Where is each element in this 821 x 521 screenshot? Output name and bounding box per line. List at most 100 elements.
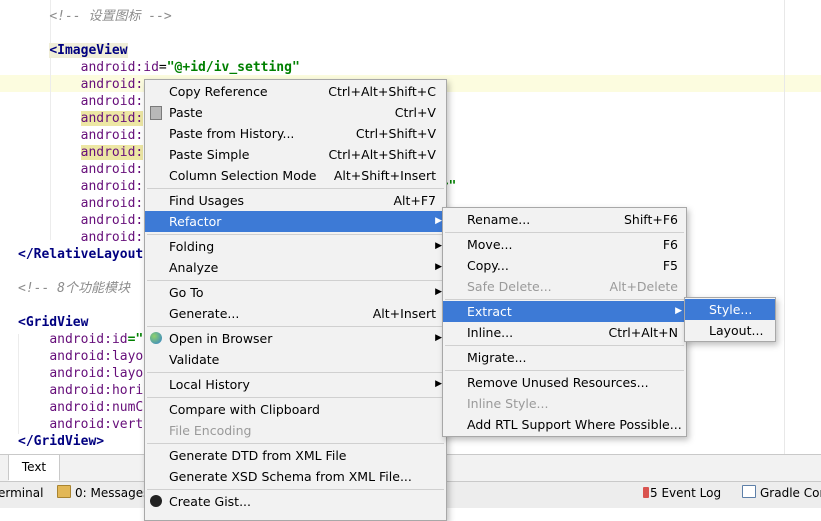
- menu-item-copy[interactable]: Copy... F5: [443, 255, 686, 276]
- menu-item-compare-with-clipboard[interactable]: Compare with Clipboard: [145, 399, 446, 420]
- extract-submenu: Style... Layout...: [684, 297, 776, 342]
- menu-item-inline[interactable]: Inline... Ctrl+Alt+N: [443, 322, 686, 343]
- menu-item-extract[interactable]: Extract ▶: [443, 301, 686, 322]
- menu-separator: [147, 372, 444, 373]
- menu-item-label: Analyze: [169, 260, 219, 275]
- menu-item-shortcut: F5: [662, 258, 678, 273]
- menu-item-find-usages[interactable]: Find Usages Alt+F7: [145, 190, 446, 211]
- submenu-arrow-icon: ▶: [435, 287, 442, 297]
- code-token: android:: [80, 77, 144, 92]
- menu-item-go-to[interactable]: Go To ▶: [145, 282, 446, 303]
- code-token: <: [18, 315, 26, 330]
- menu-item-label: Rename...: [467, 212, 531, 227]
- event-log-icon: [643, 487, 649, 498]
- code-line: android:layo: [18, 348, 143, 365]
- code-token: </: [18, 247, 34, 262]
- menu-item-move[interactable]: Move... F6: [443, 234, 686, 255]
- menu-item-shortcut: Ctrl+Alt+Shift+V: [328, 147, 436, 162]
- menu-item-migrate[interactable]: Migrate...: [443, 347, 686, 368]
- menu-item-label: Paste from History...: [169, 126, 295, 141]
- code-token: numC: [111, 400, 144, 415]
- clipboard-paste-icon: [150, 106, 162, 120]
- code-token: <!-- 8个功能模块: [18, 281, 130, 296]
- menu-item-label: File Encoding: [169, 423, 252, 438]
- tab-design[interactable]: [0, 455, 9, 480]
- menu-separator: [147, 443, 444, 444]
- code-line: android:: [18, 212, 144, 229]
- refactor-submenu: Rename... Shift+F6 Move... F6 Copy... F5 Safe …: [442, 207, 687, 437]
- code-token: android:: [49, 400, 112, 415]
- menu-item-label: Generate DTD from XML File: [169, 448, 347, 463]
- menu-separator: [147, 280, 444, 281]
- messages-tool-button[interactable]: 0: Messages: [57, 482, 149, 507]
- submenu-arrow-icon: ▶: [435, 333, 442, 343]
- menu-item-style[interactable]: Style...: [685, 299, 775, 320]
- menu-item-local-history[interactable]: Local History ▶: [145, 374, 446, 395]
- code-line: android:: [18, 76, 144, 93]
- code-token: android:: [49, 349, 112, 364]
- menu-item-refactor[interactable]: Refactor ▶: [145, 211, 446, 232]
- menu-item-layout[interactable]: Layout...: [685, 320, 775, 341]
- menu-item-generate-dtd-from-xml-file[interactable]: Generate DTD from XML File: [145, 445, 446, 466]
- globe-icon: [150, 332, 162, 344]
- menu-item-generate-xsd-schema-from-xml-file[interactable]: Generate XSD Schema from XML File...: [145, 466, 446, 487]
- menu-item-paste-simple[interactable]: Paste Simple Ctrl+Alt+Shift+V: [145, 144, 446, 165]
- code-token: vert: [111, 417, 144, 432]
- gradle-console-tool-button[interactable]: Gradle Cons: [742, 482, 821, 507]
- menu-item-label: Go To: [169, 285, 204, 300]
- menu-item-label: Style...: [709, 302, 753, 317]
- code-line: android:: [18, 161, 144, 178]
- menu-item-paste[interactable]: Paste Ctrl+V: [145, 102, 446, 123]
- code-token: android:: [80, 196, 144, 211]
- menu-item-create-gist[interactable]: Create Gist...: [145, 491, 446, 512]
- code-token: id: [111, 332, 128, 347]
- menu-item-shortcut: Alt+Delete: [609, 279, 678, 294]
- code-token: android:: [49, 366, 112, 381]
- menu-item-add-rtl-support-where-possible[interactable]: Add RTL Support Where Possible...: [443, 414, 686, 435]
- code-token: android:: [80, 128, 144, 143]
- event-log-tool-button[interactable]: 5 Event Log: [643, 482, 721, 507]
- menu-item-remove-unused-resources[interactable]: Remove Unused Resources...: [443, 372, 686, 393]
- tab-text[interactable]: Text: [9, 455, 60, 481]
- menu-item-shortcut: Ctrl+V: [394, 105, 436, 120]
- menu-item-copy-reference[interactable]: Copy Reference Ctrl+Alt+Shift+C: [145, 81, 446, 102]
- menu-item-label: Layout...: [709, 323, 764, 338]
- menu-item-shortcut: Ctrl+Alt+Shift+C: [328, 84, 436, 99]
- code-token: id: [143, 60, 159, 75]
- terminal-label: erminal: [0, 486, 44, 500]
- code-token: GridView: [25, 315, 89, 330]
- menu-item-label: Find Usages: [169, 193, 245, 208]
- event-log-count: 5: [650, 486, 658, 500]
- menu-separator: [445, 345, 684, 346]
- menu-item-analyze[interactable]: Analyze ▶: [145, 257, 446, 278]
- code-token: </: [18, 434, 34, 449]
- code-line: android:id=": [18, 331, 143, 348]
- gradle-console-icon: [742, 485, 756, 498]
- code-line: <!-- 8个功能模块: [18, 280, 130, 297]
- code-token: layo: [111, 349, 144, 364]
- menu-item-folding[interactable]: Folding ▶: [145, 236, 446, 257]
- menu-item-rename[interactable]: Rename... Shift+F6: [443, 209, 686, 230]
- code-line: android:hori: [18, 382, 143, 399]
- terminal-tool-button[interactable]: erminal: [0, 482, 43, 507]
- code-token: android:: [49, 417, 112, 432]
- menu-item-open-in-browser[interactable]: Open in Browser ▶: [145, 328, 446, 349]
- code-line: <ImageView: [18, 42, 128, 59]
- submenu-arrow-icon: ▶: [435, 262, 442, 272]
- code-token: =: [158, 60, 167, 75]
- menu-item-column-selection-mode[interactable]: Column Selection Mode Alt+Shift+Insert: [145, 165, 446, 186]
- menu-item-label: Safe Delete...: [467, 279, 552, 294]
- menu-item-generate[interactable]: Generate... Alt+Insert: [145, 303, 446, 324]
- menu-item-validate[interactable]: Validate: [145, 349, 446, 370]
- menu-item-paste-from-history[interactable]: Paste from History... Ctrl+Shift+V: [145, 123, 446, 144]
